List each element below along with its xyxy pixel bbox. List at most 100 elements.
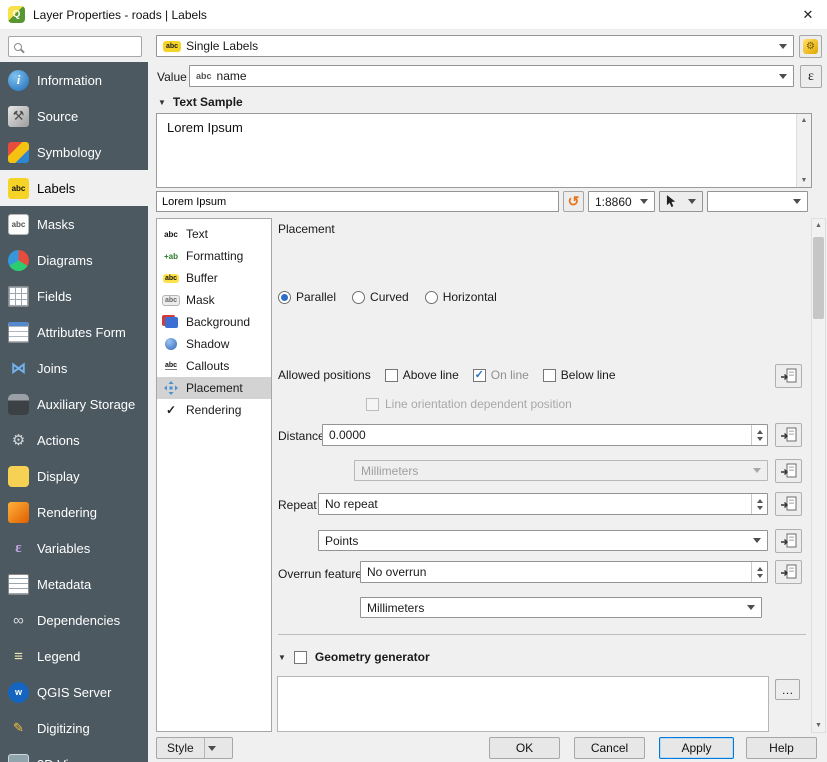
tab-label: Text [186,227,208,241]
spin-buttons [751,425,767,445]
sidebar-item-labels[interactable]: abcLabels [0,170,148,206]
map-settings-button[interactable] [659,191,703,212]
style-dropdown-arrow[interactable] [204,738,220,758]
sidebar-item-rendering[interactable]: Rendering [0,494,148,530]
checkbox-below-line[interactable]: Below line [543,368,616,382]
value-field-select[interactable]: abc name [189,65,794,87]
tab-mask[interactable]: abcMask [157,289,271,311]
text-sample-section-header[interactable]: ▼ Text Sample [158,95,243,109]
sidebar-item-actions[interactable]: ⚙Actions [0,422,148,458]
scrollbar-thumb[interactable] [813,237,824,319]
sidebar-item-label: Actions [37,433,80,448]
text-sample-preview[interactable]: Lorem Ipsum ▲ ▼ [156,113,812,188]
dropdown-arrow-icon [688,199,696,208]
sidebar-item-digitizing[interactable]: ✎Digitizing [0,710,148,746]
automated-placement-settings-button[interactable]: ⚙ [799,35,822,58]
sidebar-item-diagrams[interactable]: Diagrams [0,242,148,278]
checkbox-above-line[interactable]: Above line [385,368,459,382]
distance-spinbox[interactable]: 0.0000 [322,424,768,446]
spin-down-button[interactable] [752,504,767,514]
tab-background[interactable]: Background [157,311,271,333]
help-button[interactable]: Help [746,737,817,759]
data-defined-override-button[interactable] [775,423,802,447]
reset-sample-button[interactable]: ↺ [563,191,584,212]
sidebar-item-qgis-server[interactable]: wQGIS Server [0,674,148,710]
tab-text[interactable]: abcText [157,223,271,245]
overrun-spinbox[interactable]: No overrun [360,561,768,583]
data-defined-override-button[interactable] [775,560,802,584]
preview-background-select[interactable] [707,191,808,212]
spin-down-button[interactable] [752,435,767,445]
data-defined-override-button[interactable] [775,529,802,553]
sidebar-item-3d-view[interactable]: 3D View [0,746,148,762]
sidebar-item-display[interactable]: Display [0,458,148,494]
line-orientation-checkbox-row[interactable]: Line orientation dependent position [366,397,572,411]
scroll-up-icon[interactable]: ▲ [801,114,808,127]
cancel-button[interactable]: Cancel [574,737,645,759]
spin-up-button[interactable] [752,425,767,435]
scroll-down-icon[interactable]: ▼ [801,174,808,187]
cursor-icon [666,195,677,208]
apply-button[interactable]: Apply [659,737,734,759]
sidebar-item-label: Information [37,73,102,88]
expression-dialog-button[interactable]: … [775,679,800,700]
style-button[interactable]: Style [156,737,233,759]
geometry-generator-checkbox[interactable] [294,651,307,664]
sample-text-input[interactable] [156,191,559,212]
repeat-unit-select[interactable]: Points [318,530,768,551]
dropdown-arrow-icon [753,538,761,547]
dropdown-arrow-icon [747,605,755,614]
geometry-generator-header[interactable]: ▼ Geometry generator [278,650,430,664]
expression-builder-button[interactable]: ε [800,65,822,88]
sidebar-item-information[interactable]: iInformation [0,62,148,98]
sidebar-item-attributes-form[interactable]: Attributes Form [0,314,148,350]
overrun-unit-select[interactable]: Millimeters [360,597,762,618]
repeat-spinbox[interactable]: No repeat [318,493,768,515]
sidebar-item-label: Digitizing [37,721,90,736]
data-defined-override-button[interactable] [775,364,802,388]
data-defined-override-button[interactable] [775,492,802,516]
line-orientation-checkbox [366,398,379,411]
tab-buffer[interactable]: abcBuffer [157,267,271,289]
sidebar-item-fields[interactable]: Fields [0,278,148,314]
spin-up-button[interactable] [752,494,767,504]
sidebar-item-masks[interactable]: abcMasks [0,206,148,242]
tab-formatting[interactable]: +abFormatting [157,245,271,267]
search-input[interactable] [8,36,142,57]
scroll-down-icon[interactable]: ▼ [812,719,825,732]
sidebar-item-legend[interactable]: ≡Legend [0,638,148,674]
above-line-checkbox [385,369,398,382]
tab-shadow[interactable]: Shadow [157,333,271,355]
scroll-up-icon[interactable]: ▲ [812,219,825,232]
radio-curved[interactable]: Curved [352,290,409,304]
labeling-mode-select[interactable]: abc Single Labels [156,35,794,57]
sidebar-item-joins[interactable]: ⋈Joins [0,350,148,386]
close-icon[interactable]: ✕ [797,4,819,26]
tab-rendering[interactable]: ✓Rendering [157,399,271,421]
tab-placement[interactable]: Placement [157,377,271,399]
checkbox-on-line[interactable]: ✓ On line [473,368,529,382]
radio-parallel[interactable]: Parallel [278,290,336,304]
radio-horizontal[interactable]: Horizontal [425,290,497,304]
ok-button[interactable]: OK [489,737,560,759]
distance-unit-select[interactable]: Millimeters [354,460,768,481]
data-defined-override-button[interactable] [775,459,802,483]
sidebar-item-auxiliary-storage[interactable]: Auxiliary Storage [0,386,148,422]
symbology-icon [8,142,29,163]
qgis-logo-icon: Q [8,6,25,23]
check-icon: ✓ [475,370,484,381]
spin-down-button[interactable] [752,572,767,582]
preview-scale-select[interactable]: 1:8860 [588,191,655,212]
geometry-generator-expression-area[interactable] [277,676,769,732]
automated-placement-icon: ⚙ [803,39,818,54]
spin-up-button[interactable] [752,562,767,572]
sidebar-item-dependencies[interactable]: ∞Dependencies [0,602,148,638]
sidebar-item-symbology[interactable]: Symbology [0,134,148,170]
distance-value: 0.0000 [323,425,751,445]
sidebar-item-metadata[interactable]: Metadata [0,566,148,602]
sidebar-item-source[interactable]: ⚒Source [0,98,148,134]
tab-callouts[interactable]: abcCallouts [157,355,271,377]
sidebar-item-label: Labels [37,181,75,196]
sidebar-item-variables[interactable]: εVariables [0,530,148,566]
value-field-name: name [217,69,247,83]
